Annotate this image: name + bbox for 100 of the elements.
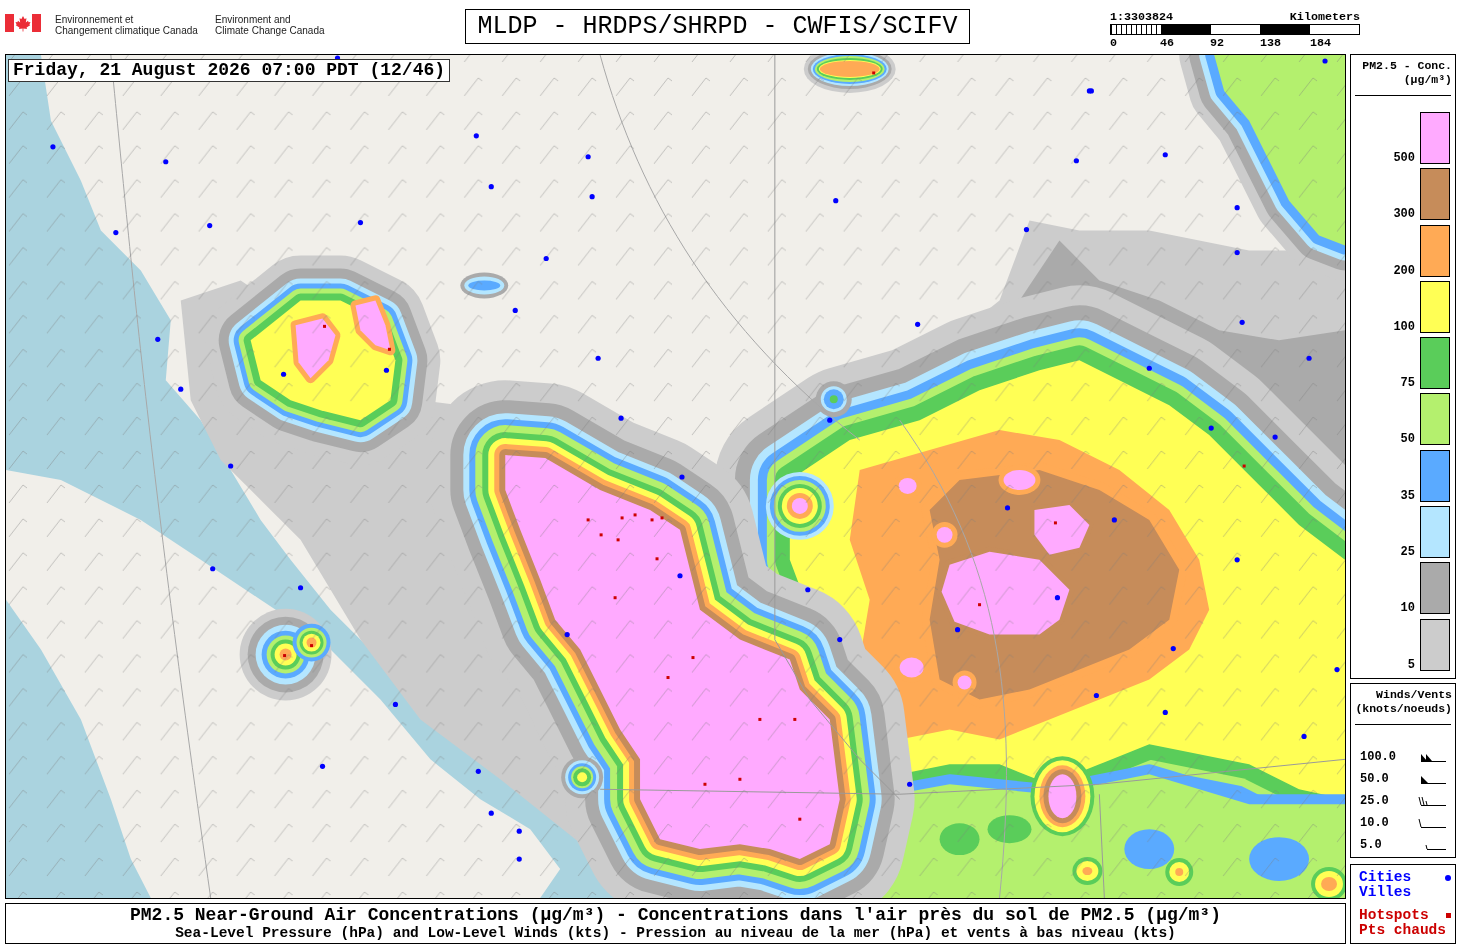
legend-level-label: 35 <box>1400 489 1415 502</box>
hotspot-icon <box>620 516 624 520</box>
city-dot-icon <box>677 573 683 579</box>
hotspot-icon <box>613 596 617 600</box>
city-dot-icon <box>516 828 522 834</box>
legend-level-label: 10 <box>1400 602 1415 615</box>
city-dot-icon <box>228 463 234 469</box>
wind-speed-label: 10.0 <box>1360 817 1389 829</box>
legend-level-label: 200 <box>1393 264 1415 277</box>
scale-tick-label: 0 <box>1110 37 1118 49</box>
wind-speed-label: 25.0 <box>1360 795 1389 807</box>
city-dot-icon <box>473 133 479 139</box>
city-dot-icon <box>1073 158 1079 164</box>
hotspot-icon <box>655 557 659 561</box>
city-dot-icon <box>827 417 833 423</box>
maple-leaf-flag-icon <box>5 14 41 32</box>
city-dot-icon <box>281 371 287 377</box>
caption-title: PM2.5 Near-Ground Air Concentrations (µg/m³) - Concentrations dans l'air près du sol de PM2.5 (µg/m³) <box>130 906 1221 925</box>
wind-speed-label: 5.0 <box>1360 839 1382 851</box>
scale-tick-label: 46 <box>1160 37 1176 49</box>
legend-level-label: 75 <box>1400 377 1415 390</box>
city-dot-icon <box>589 194 595 200</box>
city-dot-icon <box>357 220 364 226</box>
hotspot-icon <box>616 538 620 542</box>
scale-tick-label: 184 <box>1310 37 1333 49</box>
city-dot-icon <box>805 587 811 593</box>
city-dot-icon <box>1170 646 1176 652</box>
symbol-label: Cities Villes <box>1359 870 1412 900</box>
scale-tick-label: 138 <box>1260 37 1283 49</box>
city-dot-icon <box>1239 319 1245 325</box>
hotspot-icon <box>1242 464 1246 468</box>
wind-barb-icon <box>1418 752 1446 762</box>
city-dot-icon <box>1306 355 1312 361</box>
wind-barb-icon <box>1418 818 1446 828</box>
hotspot-icon <box>703 782 707 786</box>
city-dot-icon <box>1162 152 1168 158</box>
hotspot-icon <box>738 777 742 781</box>
hotspot-icon <box>978 603 982 607</box>
legend-level-label: 500 <box>1393 152 1415 164</box>
legend-level-label: 25 <box>1400 546 1415 559</box>
city-dot-icon <box>1272 434 1278 440</box>
agency-name-french: Environnement et Changement climatique Canada <box>55 14 199 36</box>
city-dot-icon <box>585 154 591 160</box>
city-dot-icon <box>618 415 624 421</box>
city-dot-icon <box>488 810 494 816</box>
city-dot-icon <box>1023 227 1030 233</box>
legend-units: (knots/noeuds) <box>1355 702 1452 716</box>
city-dot-icon <box>488 184 494 190</box>
city-dot-icon <box>833 198 839 204</box>
city-dot-icon <box>210 566 216 572</box>
agency-name-english: Environment and Climate Change Canada <box>215 14 326 36</box>
city-dot-icon <box>1146 365 1152 371</box>
city-dot-icon <box>155 336 161 342</box>
city-dot-icon <box>1208 425 1214 431</box>
hotspot-icon <box>691 656 695 660</box>
symbol-label: Hotspots Pts chauds <box>1359 908 1446 938</box>
wind-speed-label: 100.0 <box>1360 751 1396 763</box>
city-dot-icon <box>1234 205 1240 211</box>
city-dot-icon <box>1322 58 1328 64</box>
city-dot-icon <box>543 255 549 262</box>
forecast-timestamp: Friday, 21 August 2026 07:00 PDT (12/46) <box>8 59 451 82</box>
hotspot-icon <box>283 654 287 658</box>
legend-title: Winds/Vents <box>1376 688 1452 702</box>
caption-subtitle: Sea-Level Pressure (hPa) and Low-Level Winds (kts) - Pression au niveau de la mer (hPa) et vents à bas niveau (kts) <box>175 925 1176 941</box>
hotspot-icon <box>633 513 637 517</box>
city-dot-icon <box>955 627 961 633</box>
scale-unit: Kilometers <box>1289 11 1360 23</box>
hotspot-icon <box>310 644 314 648</box>
legend-level-label: 100 <box>1393 320 1415 333</box>
city-dot-icon <box>1234 249 1240 256</box>
city-dot-icon <box>837 637 843 643</box>
city-dot-icon <box>207 223 213 229</box>
hotspot-icon <box>1053 521 1057 525</box>
city-dot-icon <box>475 768 481 774</box>
hotspot-icon <box>323 324 326 328</box>
city-dot-icon <box>907 781 913 787</box>
legend-level-label: 5 <box>1407 658 1415 671</box>
hotspot-icon <box>599 533 603 537</box>
city-dot-icon <box>512 307 518 313</box>
hotspot-icon <box>387 347 391 351</box>
city-dot-icon <box>383 367 390 373</box>
hotspot-icon <box>798 817 802 821</box>
city-dot-icon <box>319 763 326 769</box>
city-dot-icon <box>1054 595 1061 601</box>
city-dot-icon <box>163 159 169 165</box>
city-dot-icon <box>516 856 522 862</box>
wind-barb-icon <box>1418 774 1446 784</box>
scale-tick-label: 92 <box>1210 37 1226 49</box>
wind-speed-label: 50.0 <box>1360 773 1389 785</box>
city-dot-icon <box>915 321 921 327</box>
city-dot-icon <box>113 230 119 236</box>
city-dot-icon <box>1162 709 1168 716</box>
city-dot-icon <box>1093 692 1099 699</box>
legend-title: PM2.5 - Conc. <box>1362 59 1452 73</box>
city-dot-icon <box>297 585 304 591</box>
hotspot-icon <box>793 717 797 721</box>
hotspot-icon <box>660 516 664 520</box>
city-dot-icon <box>1111 517 1117 523</box>
hotspot-icon <box>758 717 762 721</box>
wind-barb-icon <box>1418 796 1446 806</box>
